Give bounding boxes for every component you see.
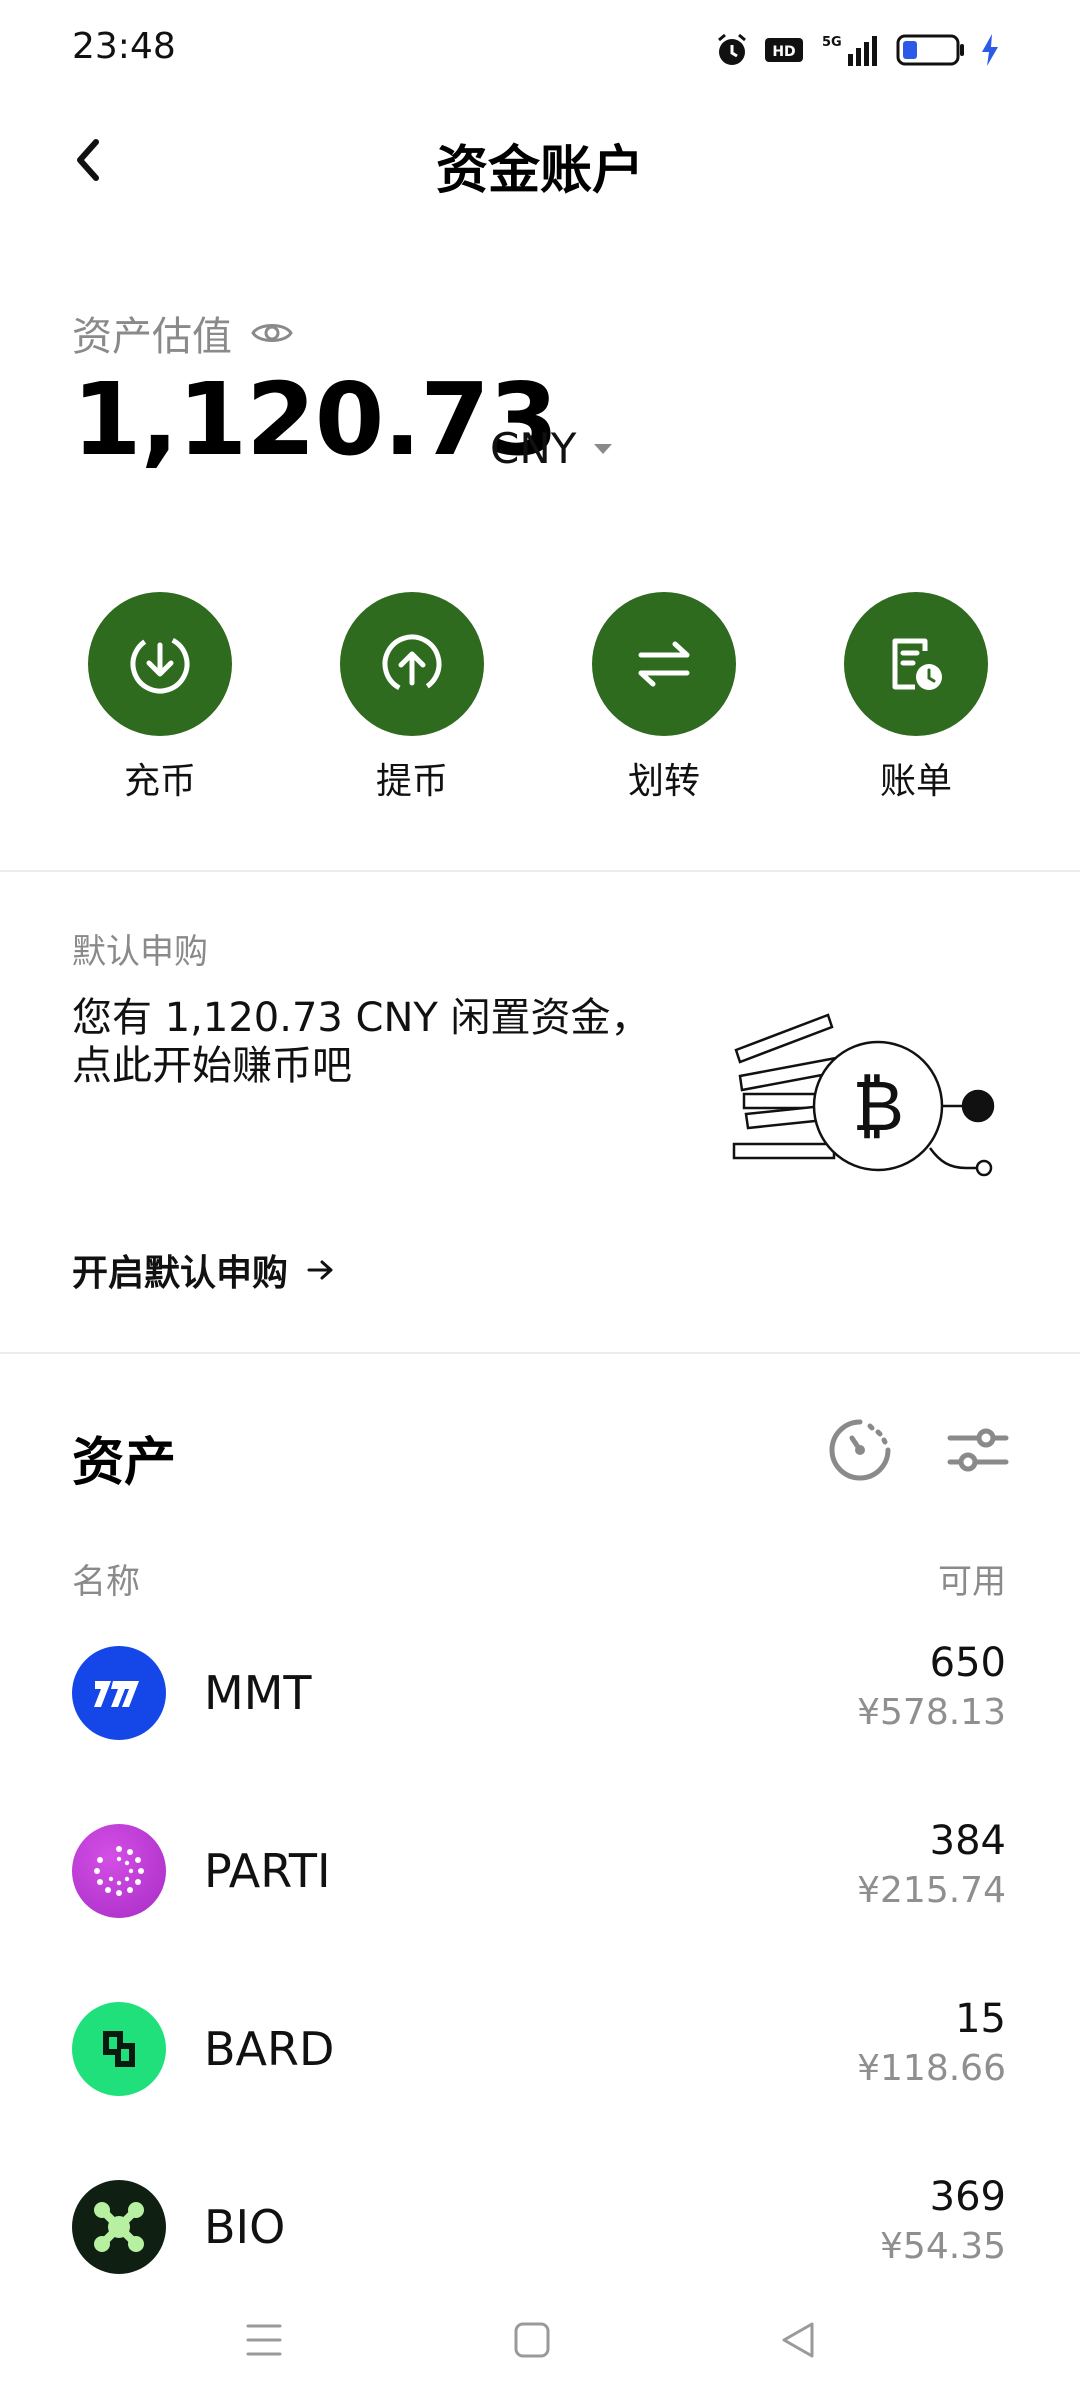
menu-lines-icon[interactable]: [244, 2320, 284, 2360]
deposit-label: 充币: [123, 761, 196, 802]
status-icons: HD 5G: [714, 28, 1000, 72]
alarm-icon: [718, 33, 746, 65]
home-square-icon[interactable]: [512, 2320, 552, 2360]
asset-symbol: PARTI: [204, 1844, 331, 1898]
history-dial-icon[interactable]: [828, 1418, 892, 1482]
svg-text:5G: 5G: [822, 35, 842, 50]
asset-row-bio[interactable]: BIO 369 ¥54.35: [0, 2164, 1080, 2284]
assets-tools: [828, 1418, 1010, 1482]
transfer-label: 划转: [627, 761, 700, 802]
assets-title: 资产: [72, 1433, 177, 1493]
enable-subscription-link[interactable]: 开启默认申购: [72, 1244, 336, 1296]
asset-row-parti[interactable]: PARTI 384 ¥215.74: [0, 1808, 1080, 1928]
asset-amount: 384: [929, 1818, 1006, 1864]
eye-icon[interactable]: [250, 318, 294, 348]
withdraw-icon: [340, 592, 484, 736]
bio-coin-icon: [72, 2180, 166, 2274]
5g-signal-icon: 5G: [822, 35, 877, 66]
withdraw-label: 提币: [375, 761, 448, 802]
bill-label: 账单: [879, 761, 952, 802]
battery-icon: [896, 34, 964, 66]
currency-selector[interactable]: CNY: [490, 424, 614, 473]
back-triangle-icon[interactable]: [778, 2320, 818, 2360]
asset-cny-value: ¥578.13: [857, 1692, 1006, 1733]
status-time: 23:48: [72, 26, 176, 67]
caret-down-icon: [594, 443, 613, 454]
asset-row-mmt[interactable]: MMT 650 ¥578.13: [0, 1630, 1080, 1750]
divider: [0, 870, 1080, 872]
deposit-icon: [88, 592, 232, 736]
filter-sliders-icon[interactable]: [946, 1418, 1010, 1482]
bard-coin-icon: [72, 2002, 166, 2096]
asset-symbol: BARD: [204, 2022, 335, 2076]
asset-amount: 650: [929, 1640, 1006, 1686]
svg-text:₿: ₿: [852, 1065, 904, 1147]
divider: [0, 1352, 1080, 1354]
column-name-header: 名称: [72, 1562, 140, 1602]
arrow-right-icon: [307, 1260, 333, 1280]
enable-subscription-label: 开启默认申购: [72, 1253, 289, 1294]
transfer-button[interactable]: 划转: [574, 592, 754, 804]
parti-coin-icon: [72, 1824, 166, 1918]
mmt-coin-icon: [72, 1646, 166, 1740]
charging-icon: [982, 34, 998, 66]
asset-symbol: MMT: [204, 1666, 312, 1720]
asset-amount: 15: [955, 1996, 1006, 2042]
deposit-button[interactable]: 充币: [70, 592, 250, 804]
asset-cny-value: ¥215.74: [857, 1870, 1006, 1911]
subscription-label: 默认申购: [72, 932, 208, 972]
asset-cny-value: ¥118.66: [857, 2048, 1006, 2089]
transfer-icon: [592, 592, 736, 736]
subscription-text[interactable]: 您有 1,120.73 CNY 闲置资金， 点此开始赚币吧: [72, 994, 692, 1090]
page-title: 资金账户: [435, 141, 644, 201]
bill-button[interactable]: 账单: [826, 592, 1006, 804]
valuation-label-row: 资产估值: [72, 304, 294, 362]
column-available-header: 可用: [938, 1562, 1006, 1602]
valuation-label: 资产估值: [72, 314, 232, 360]
svg-text:HD: HD: [772, 44, 795, 60]
bill-icon: [844, 592, 988, 736]
hd-icon: HD: [765, 38, 803, 62]
system-nav-bar: [0, 2300, 1080, 2380]
asset-symbol: BIO: [204, 2200, 286, 2254]
currency-label: CNY: [490, 424, 577, 473]
asset-cny-value: ¥54.35: [880, 2226, 1006, 2267]
withdraw-button[interactable]: 提币: [322, 592, 502, 804]
valuation-amount: 1,120.73: [72, 361, 558, 478]
bitcoin-coins-illustration: ₿: [732, 1013, 995, 1177]
subscription-line-1: 您有 1,120.73 CNY 闲置资金，: [72, 995, 651, 1041]
subscription-line-2: 点此开始赚币吧: [72, 1043, 352, 1089]
asset-row-bard[interactable]: BARD 15 ¥118.66: [0, 1986, 1080, 2106]
asset-amount: 369: [929, 2174, 1006, 2220]
